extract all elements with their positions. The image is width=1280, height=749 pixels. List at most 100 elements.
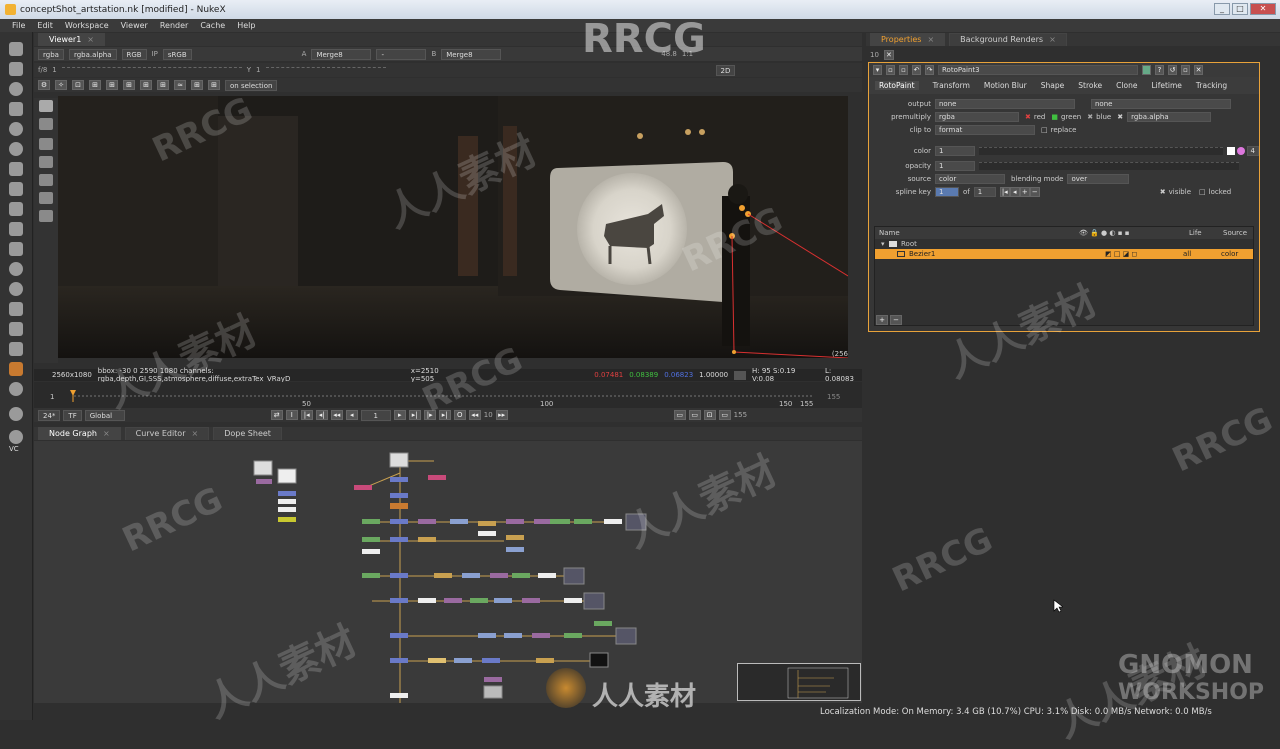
prev-keyframe-icon[interactable]: ◂|	[315, 410, 328, 420]
premultiply-dropdown[interactable]: rgba	[935, 111, 1019, 122]
ocula-icon[interactable]	[9, 430, 23, 444]
channels-dropdown[interactable]: rgba	[38, 48, 64, 60]
expand-icon[interactable]: ▾	[881, 240, 889, 248]
layer-flags-bezier1[interactable]: ◩ □ ◪ ◻	[1105, 250, 1183, 258]
tab-dope-sheet[interactable]: Dope Sheet	[213, 427, 282, 440]
range-dropdown[interactable]: Global	[84, 409, 125, 421]
revert-icon[interactable]: ↺	[1168, 65, 1177, 75]
remove-layer-button[interactable]: −	[890, 315, 902, 325]
menu-workspace[interactable]: Workspace	[65, 21, 109, 30]
node-color-icon[interactable]: ▫	[899, 65, 908, 75]
feather-icon[interactable]: ⊞	[106, 80, 118, 90]
help-icon[interactable]: ?	[1155, 65, 1164, 75]
graph-nodes[interactable]	[256, 475, 622, 698]
view-mode-dropdown[interactable]: 2D	[715, 64, 736, 76]
lut-dropdown[interactable]: sRGB	[162, 48, 192, 60]
next-frame-icon[interactable]: ▸|	[408, 410, 421, 420]
red-checkbox[interactable]: ✖	[1025, 113, 1031, 121]
delete-key-icon[interactable]: −	[1029, 186, 1040, 197]
autokey-icon[interactable]: ⊞	[208, 80, 220, 90]
tab-transform[interactable]: Transform	[933, 81, 970, 90]
gain-slider[interactable]	[61, 67, 242, 73]
blue-checkbox[interactable]: ✖	[1087, 113, 1093, 121]
source-column-header[interactable]: Source	[1223, 229, 1247, 237]
replace-checkbox[interactable]: □	[1041, 126, 1048, 134]
transform-icon[interactable]: ⊡	[72, 80, 84, 90]
tab-properties[interactable]: Properties ×	[870, 33, 946, 46]
bounce-icon[interactable]: ⇄	[270, 410, 283, 420]
on-selection-dropdown[interactable]: on selection	[225, 79, 278, 91]
frame-increment-field[interactable]: 10	[484, 411, 493, 419]
close-panel-icon[interactable]: ✕	[1194, 65, 1203, 75]
close-tab-icon[interactable]: ×	[927, 35, 934, 44]
color-channels-field[interactable]: 4	[1246, 145, 1259, 156]
input-b-dropdown[interactable]: Merge8	[441, 48, 502, 60]
menu-help[interactable]: Help	[237, 21, 255, 30]
prev-key-icon[interactable]: ◂	[1009, 186, 1020, 197]
colorspace-dropdown[interactable]: RGB	[121, 48, 147, 60]
brush-tool-icon[interactable]	[39, 156, 53, 168]
undo-icon[interactable]: ↶	[912, 65, 921, 75]
tab-shape[interactable]: Shape	[1041, 81, 1065, 90]
zoom-readout[interactable]: 1:1	[682, 50, 693, 58]
furnace-tools-icon[interactable]	[9, 362, 23, 376]
3d-tools-icon[interactable]	[9, 222, 23, 236]
blur-tool-icon[interactable]	[39, 192, 53, 204]
time-tools-icon[interactable]	[9, 82, 23, 96]
tab-background-renders[interactable]: Background Renders ×	[949, 33, 1067, 46]
tab-clone[interactable]: Clone	[1116, 81, 1137, 90]
show-points-icon[interactable]: ⊞	[140, 80, 152, 90]
select-all-icon[interactable]: ✧	[55, 80, 67, 90]
clip-to-dropdown[interactable]: format	[935, 124, 1035, 135]
metadata-tools-icon[interactable]	[9, 302, 23, 316]
render-icon[interactable]: ▭	[718, 410, 731, 420]
timeline[interactable]: 1 50 100 150 155 155	[34, 382, 862, 408]
toolsets-icon[interactable]	[9, 322, 23, 336]
output-dropdown[interactable]: none	[935, 98, 1075, 109]
dodge-tool-icon[interactable]	[39, 210, 53, 222]
output-secondary-dropdown[interactable]: none	[1091, 98, 1231, 109]
views-tools-icon[interactable]	[9, 282, 23, 296]
next-keyframe-icon[interactable]: |▸	[423, 410, 436, 420]
play-backward-icon[interactable]: ◂	[345, 410, 358, 420]
color-wheel-icon[interactable]	[1236, 146, 1245, 155]
monitor-out-icon[interactable]: ▭	[688, 410, 701, 420]
clone-tool-icon[interactable]	[39, 174, 53, 186]
fps-dropdown[interactable]: 24*	[38, 409, 61, 421]
clear-panels-icon[interactable]: ✕	[883, 50, 894, 60]
float-icon[interactable]: ▫	[886, 65, 895, 75]
tab-viewer1[interactable]: Viewer1 ×	[38, 33, 105, 46]
alpha-dropdown[interactable]: rgba.alpha	[68, 48, 117, 60]
settings-icon[interactable]: ⚙	[38, 80, 50, 90]
deep-tools-icon[interactable]	[9, 262, 23, 276]
lock-frame-icon[interactable]: ⊡	[703, 410, 716, 420]
minimize-button[interactable]: _	[1214, 3, 1230, 15]
gamma-slider[interactable]	[265, 67, 386, 73]
menu-cache[interactable]: Cache	[200, 21, 225, 30]
tab-motion-blur[interactable]: Motion Blur	[984, 81, 1027, 90]
transform-tools-icon[interactable]	[9, 202, 23, 216]
opacity-slider[interactable]	[979, 161, 1239, 170]
first-frame-icon[interactable]: |◂	[300, 410, 313, 420]
close-tab-icon[interactable]: ×	[1049, 35, 1056, 44]
menu-render[interactable]: Render	[160, 21, 188, 30]
step-forward-icon[interactable]: ▸▸	[495, 410, 508, 420]
fstop-value[interactable]: 1	[52, 66, 56, 74]
alpha-channel-dropdown[interactable]: rgba.alpha	[1127, 111, 1212, 122]
out-point-icon[interactable]: O	[453, 410, 466, 420]
gain-readout[interactable]: 48.8	[661, 50, 677, 58]
bbox-icon[interactable]: ⊞	[89, 80, 101, 90]
point-select-icon[interactable]	[39, 118, 53, 130]
play-forward-icon[interactable]: ▸	[393, 410, 406, 420]
collapse-icon[interactable]: ▾	[873, 65, 882, 75]
tab-stroke[interactable]: Stroke	[1078, 81, 1102, 90]
alpha-checkbox[interactable]: ✖	[1117, 113, 1123, 121]
opacity-field[interactable]: 1	[935, 160, 975, 171]
link-icon[interactable]: ⊞	[157, 80, 169, 90]
color-field[interactable]: 1	[935, 145, 975, 156]
gamma-value[interactable]: 1	[256, 66, 260, 74]
composite-dropdown[interactable]: -	[376, 48, 427, 60]
filter-tools-icon[interactable]	[9, 142, 23, 156]
channel-tools-icon[interactable]	[9, 102, 23, 116]
spline-key-field[interactable]: 1	[935, 186, 959, 197]
